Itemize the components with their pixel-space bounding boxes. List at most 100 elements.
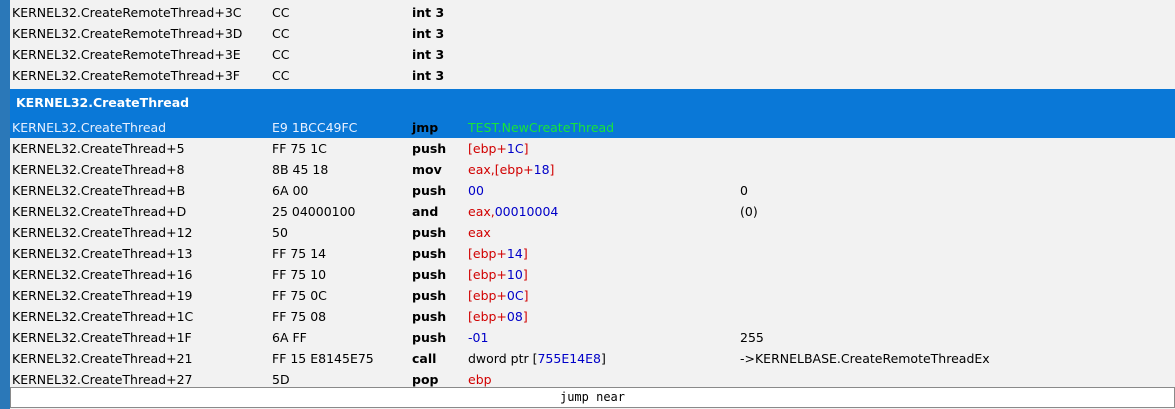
address-cell: KERNEL32.CreateRemoteThread+3F (12, 68, 240, 83)
mnemonic-cell: call (412, 351, 437, 366)
operand-part: eax, (468, 204, 495, 219)
operand-cell: [ebp+1C] (468, 138, 529, 159)
instruction-row[interactable]: KERNEL32.CreateThread+16 FF 75 10 push [ebp… (10, 264, 1175, 285)
mnemonic-cell: push (412, 330, 447, 345)
mnemonic-cell: int 3 (412, 26, 445, 41)
operand-cell: eax,[ebp+18] (468, 159, 554, 180)
comment-cell: 255 (740, 330, 764, 345)
operand-part: 0C (506, 288, 524, 303)
instruction-row[interactable]: KERNEL32.CreateRemoteThread+3F CC int 3 (10, 65, 1175, 86)
instruction-row[interactable]: KERNEL32.CreateThread+1F 6A FF push -01 255 (10, 327, 1175, 348)
address-cell: KERNEL32.CreateThread+21 (12, 351, 193, 366)
operand-cell: [ebp+08] (468, 306, 528, 327)
bytes-cell: 6A FF (272, 330, 307, 345)
operand-part: ] (523, 288, 529, 303)
instruction-row[interactable]: KERNEL32.CreateThread+12 50 push eax (10, 222, 1175, 243)
operand-part: eax (468, 225, 491, 240)
instruction-row[interactable]: KERNEL32.CreateThread+5 FF 75 1C push [ebp+… (10, 138, 1175, 159)
instruction-row[interactable]: KERNEL32.CreateThread+13 FF 75 14 push [ebp… (10, 243, 1175, 264)
bytes-cell: 50 (272, 225, 288, 240)
mnemonic-cell: mov (412, 162, 442, 177)
operand-part: ] (522, 246, 528, 261)
address-cell: KERNEL32.CreateThread+12 (12, 225, 193, 240)
bytes-cell: FF 15 E8145E75 (272, 351, 374, 366)
mnemonic-cell: push (412, 141, 447, 156)
comment-cell: (0) (740, 204, 758, 219)
bytes-cell: CC (272, 5, 290, 20)
operand-part: ] (600, 351, 606, 366)
address-cell: KERNEL32.CreateRemoteThread+3C (12, 5, 242, 20)
operand-cell: -01 (468, 327, 488, 348)
operand-cell: eax (468, 222, 491, 243)
instruction-row[interactable]: KERNEL32.CreateThread+8 8B 45 18 mov eax,[e… (10, 159, 1175, 180)
operand-part: ebp (468, 372, 492, 387)
operand-part: [ebp+ (468, 246, 507, 261)
mnemonic-cell: push (412, 246, 447, 261)
instruction-row[interactable]: KERNEL32.CreateThread+B 6A 00 push 00 0 (10, 180, 1175, 201)
operand-part: ] (522, 309, 528, 324)
disassembly-listing: KERNEL32.CreateRemoteThread+3C CC int 3 KER… (10, 2, 1175, 390)
bytes-cell: 6A 00 (272, 183, 309, 198)
bytes-cell: FF 75 08 (272, 309, 327, 324)
comment-cell: ->KERNELBASE.CreateRemoteThreadEx (740, 351, 990, 366)
mnemonic-cell: push (412, 288, 447, 303)
bytes-cell: FF 75 14 (272, 246, 327, 261)
operand-part: -01 (468, 330, 489, 345)
instruction-row[interactable]: KERNEL32.CreateThread+21 FF 15 E8145E75 ca… (10, 348, 1175, 369)
operand-part: [ebp+ (468, 309, 507, 324)
operand-part: 14 (506, 246, 523, 261)
address-cell: KERNEL32.CreateThread+D (12, 204, 187, 219)
mnemonic-cell: and (412, 204, 439, 219)
mnemonic-cell: push (412, 309, 447, 324)
operand-part: 755E14E8 (537, 351, 601, 366)
function-label-row[interactable]: KERNEL32.CreateThread (10, 89, 1175, 117)
operand-cell: [ebp+10] (468, 264, 528, 285)
address-cell: KERNEL32.CreateRemoteThread+3E (12, 47, 241, 62)
address-cell: KERNEL32.CreateThread+13 (12, 246, 193, 261)
bytes-cell: FF 75 0C (272, 288, 327, 303)
instruction-row[interactable]: KERNEL32.CreateThread+D 25 04000100 and eax… (10, 201, 1175, 222)
operand-cell: [ebp+0C] (468, 285, 529, 306)
operand-part: 08 (506, 309, 523, 324)
address-cell: KERNEL32.CreateThread (12, 120, 167, 135)
operand-cell: TEST.NewCreateThread (468, 120, 615, 135)
operand-cell: eax,00010004 (468, 201, 558, 222)
address-cell: KERNEL32.CreateThread+1C (12, 309, 194, 324)
mnemonic-cell: push (412, 183, 447, 198)
address-cell: KERNEL32.CreateThread+8 (12, 162, 185, 177)
comment-cell: 0 (740, 183, 748, 198)
operand-part: eax,[ebp+ (468, 162, 534, 177)
instruction-row[interactable]: KERNEL32.CreateRemoteThread+3E CC int 3 (10, 44, 1175, 65)
address-cell: KERNEL32.CreateRemoteThread+3D (12, 26, 243, 41)
instruction-row[interactable]: KERNEL32.CreateThread+1C FF 75 08 push [ebp… (10, 306, 1175, 327)
mnemonic-cell: int 3 (412, 5, 445, 20)
mnemonic-cell: int 3 (412, 47, 445, 62)
mnemonic-cell: push (412, 225, 447, 240)
operand-part: 00010004 (494, 204, 559, 219)
operand-part: ] (523, 141, 529, 156)
address-cell: KERNEL32.CreateThread+16 (12, 267, 193, 282)
operand-part: ] (549, 162, 555, 177)
instruction-row[interactable]: KERNEL32.CreateRemoteThread+3C CC int 3 (10, 2, 1175, 23)
disassembly-view: KERNEL32.CreateRemoteThread+3C CC int 3 KER… (0, 0, 1175, 409)
bytes-cell: E9 1BCC49FC (272, 120, 358, 135)
address-cell: KERNEL32.CreateThread+5 (12, 141, 185, 156)
operand-cell: 00 (468, 180, 484, 201)
instruction-row[interactable]: KERNEL32.CreateThread+19 FF 75 0C push [ebp… (10, 285, 1175, 306)
operand-part: ] (522, 267, 528, 282)
operand-part: 18 (533, 162, 550, 177)
operand-part: [ebp+ (468, 288, 507, 303)
bytes-cell: CC (272, 26, 290, 41)
selected-instruction-row[interactable]: KERNEL32.CreateThread E9 1BCC49FC jmp TE… (10, 117, 1175, 138)
address-cell: KERNEL32.CreateThread+B (12, 183, 186, 198)
operand-part: dword ptr [ (468, 351, 538, 366)
bytes-cell: CC (272, 68, 290, 83)
function-label: KERNEL32.CreateThread (16, 95, 190, 110)
operand-cell: [ebp+14] (468, 243, 528, 264)
status-text: jump near (559, 390, 626, 404)
address-cell: KERNEL32.CreateThread+1F (12, 330, 192, 345)
operand-part: [ebp+ (468, 267, 507, 282)
instruction-row[interactable]: KERNEL32.CreateRemoteThread+3D CC int 3 (10, 23, 1175, 44)
mnemonic-cell: int 3 (412, 68, 445, 83)
instruction-description-bar: jump near (10, 387, 1175, 408)
